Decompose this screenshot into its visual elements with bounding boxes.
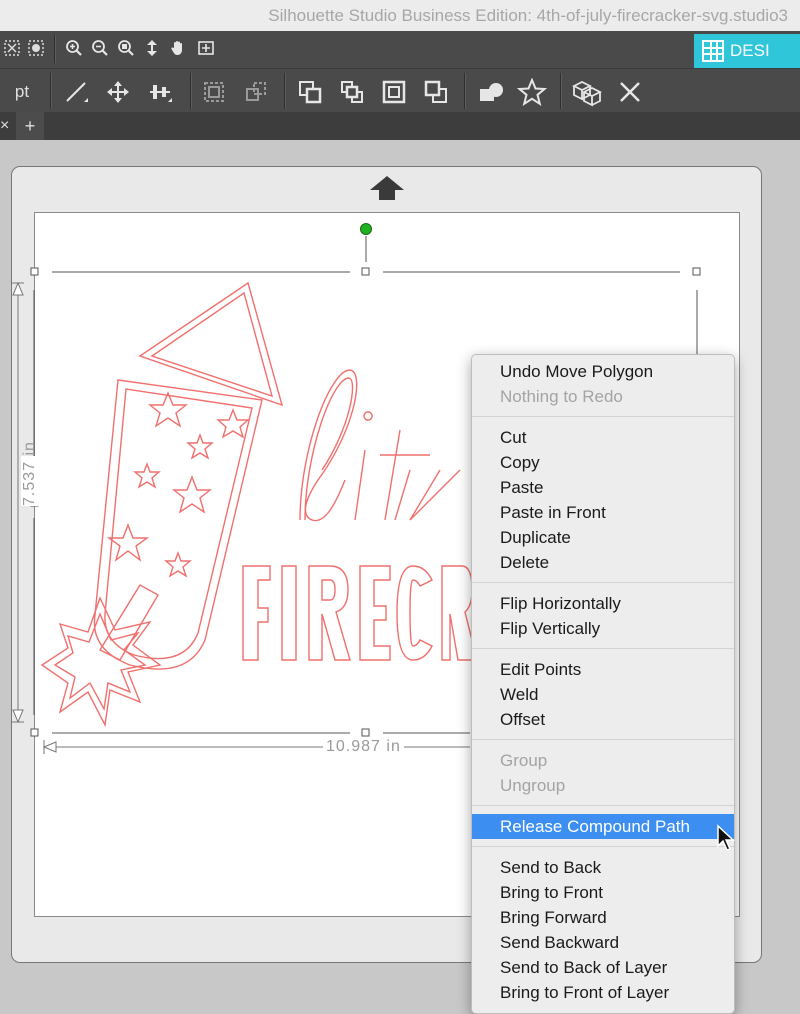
- menu-item-send-to-back[interactable]: Send to Back: [472, 855, 734, 880]
- menu-item-cut[interactable]: Cut: [472, 425, 734, 450]
- menu-separator: [472, 805, 734, 806]
- firecracker-artwork[interactable]: [40, 281, 473, 728]
- menu-item-bring-to-front[interactable]: Bring to Front: [472, 880, 734, 905]
- dimension-lines: [12, 281, 470, 754]
- menu-item-offset[interactable]: Offset: [472, 707, 734, 732]
- menu-item-delete[interactable]: Delete: [472, 550, 734, 575]
- context-menu: Undo Move Polygon Nothing to Redo Cut Copy P…: [471, 354, 735, 1014]
- menu-item-nothing-to-redo[interactable]: Nothing to Redo: [472, 384, 734, 409]
- height-dimension-label: 7.537 in: [21, 441, 39, 506]
- menu-item-flip-horizontally[interactable]: Flip Horizontally: [472, 591, 734, 616]
- mouse-cursor-icon: [717, 824, 735, 851]
- menu-item-ungroup[interactable]: Ungroup: [472, 773, 734, 798]
- menu-item-send-to-back-of-layer[interactable]: Send to Back of Layer: [472, 955, 734, 980]
- menu-item-copy[interactable]: Copy: [472, 450, 734, 475]
- menu-item-release-compound-path[interactable]: Release Compound Path: [472, 814, 734, 839]
- menu-item-send-backward[interactable]: Send Backward: [472, 930, 734, 955]
- menu-item-bring-forward[interactable]: Bring Forward: [472, 905, 734, 930]
- menu-separator: [472, 648, 734, 649]
- rotate-handle[interactable]: [360, 223, 372, 235]
- width-dimension-label: 10.987 in: [323, 738, 404, 756]
- menu-item-edit-points[interactable]: Edit Points: [472, 657, 734, 682]
- menu-separator: [472, 582, 734, 583]
- menu-item-group[interactable]: Group: [472, 748, 734, 773]
- menu-item-flip-vertically[interactable]: Flip Vertically: [472, 616, 734, 641]
- menu-item-weld[interactable]: Weld: [472, 682, 734, 707]
- menu-separator: [472, 846, 734, 847]
- menu-item-undo-move-polygon[interactable]: Undo Move Polygon: [472, 359, 734, 384]
- menu-item-paste[interactable]: Paste: [472, 475, 734, 500]
- menu-separator: [472, 739, 734, 740]
- menu-item-paste-in-front[interactable]: Paste in Front: [472, 500, 734, 525]
- menu-item-duplicate[interactable]: Duplicate: [472, 525, 734, 550]
- menu-item-bring-to-front-of-layer[interactable]: Bring to Front of Layer: [472, 980, 734, 1005]
- menu-separator: [472, 416, 734, 417]
